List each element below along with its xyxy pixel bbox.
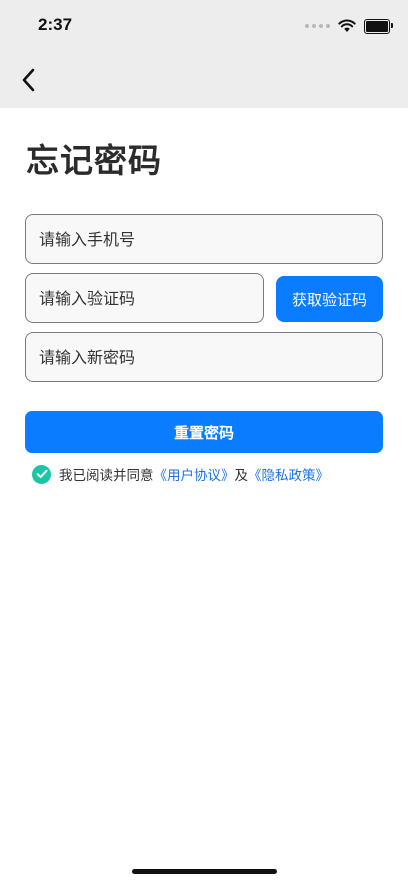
back-button[interactable] (10, 62, 46, 98)
phone-input[interactable] (25, 214, 383, 264)
status-icons (305, 16, 393, 36)
agreement-conjunction: 及 (234, 468, 249, 484)
reset-password-button[interactable]: 重置密码 (25, 411, 383, 453)
new-password-input[interactable] (25, 332, 383, 382)
status-bar: 2:37 (0, 0, 408, 52)
agreement-row: 我已阅读并同意 《用户协议》 及 《隐私政策》 (32, 464, 329, 484)
agree-checkbox[interactable] (32, 464, 51, 484)
wifi-icon (338, 19, 356, 32)
page-title: 忘记密码 (26, 141, 162, 180)
chevron-left-icon (22, 68, 35, 92)
privacy-policy-link[interactable]: 《隐私政策》 (248, 464, 329, 484)
get-code-button[interactable]: 获取验证码 (276, 276, 383, 322)
verification-code-input[interactable] (25, 273, 264, 323)
home-indicator (132, 869, 277, 874)
status-time: 2:37 (38, 15, 73, 34)
nav-bar (0, 52, 408, 108)
cellular-dots-icon (305, 24, 330, 28)
agreement-prefix: 我已阅读并同意 (59, 468, 154, 484)
checkmark-icon (36, 469, 47, 478)
user-agreement-link[interactable]: 《用户协议》 (154, 464, 235, 484)
battery-icon (364, 18, 393, 34)
